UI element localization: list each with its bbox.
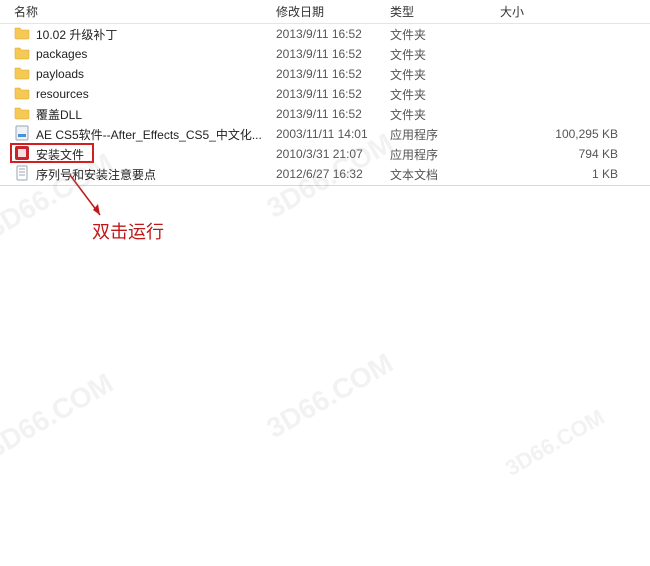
file-size-cell: 1 KB [492,167,642,181]
folder-icon [14,65,30,84]
file-date-cell: 2013/9/11 16:52 [268,27,382,41]
txt-icon [14,165,30,184]
column-header-name[interactable]: 名称 [0,0,268,24]
file-name-cell[interactable]: 覆盖DLL [0,105,268,124]
file-name-text: AE CS5软件--After_Effects_CS5_中文化... [36,126,262,143]
file-type-cell: 文本文档 [382,166,492,183]
file-name-text: 覆盖DLL [36,106,82,123]
file-size-cell: 794 KB [492,147,642,161]
file-date-cell: 2013/9/11 16:52 [268,107,382,121]
file-type-cell: 文件夹 [382,66,492,83]
watermark: 3D66.COM [261,347,398,445]
file-size-cell: 100,295 KB [492,127,642,141]
file-name-text: 10.02 升级补丁 [36,26,117,43]
file-row[interactable]: packages 2013/9/11 16:52文件夹 [0,44,650,64]
file-date-cell: 2012/6/27 16:32 [268,167,382,181]
file-list: 10.02 升级补丁2013/9/11 16:52文件夹packages2013… [0,24,650,184]
folder-icon [14,45,30,64]
file-type-cell: 文件夹 [382,46,492,63]
file-name-text: packages [36,47,87,61]
file-type-cell: 应用程序 [382,126,492,143]
file-type-cell: 应用程序 [382,146,492,163]
folder-icon [14,85,30,104]
column-header-row: 名称 修改日期 类型 大小 [0,0,650,24]
exe-generic-icon [14,125,30,144]
file-row[interactable]: 序列号和安装注意要点 2012/6/27 16:32文本文档1 KB [0,164,650,184]
file-name-cell[interactable]: 10.02 升级补丁 [0,25,268,44]
file-date-cell: 2013/9/11 16:52 [268,47,382,61]
file-type-cell: 文件夹 [382,26,492,43]
file-name-cell[interactable]: packages [0,45,268,64]
file-name-cell[interactable]: resources [0,85,268,104]
file-row[interactable]: 安装文件 2010/3/31 21:07应用程序794 KB [0,144,650,164]
file-name-cell[interactable]: payloads [0,65,268,84]
file-date-cell: 2010/3/31 21:07 [268,147,382,161]
folder-icon [14,105,30,124]
file-name-cell[interactable]: 安装文件 [0,145,268,164]
exe-adobe-icon [14,145,30,164]
file-name-text: payloads [36,67,84,81]
list-end-divider [0,185,650,186]
column-header-size[interactable]: 大小 [492,0,642,24]
file-name-text: 安装文件 [36,146,84,163]
column-header-type[interactable]: 类型 [382,0,492,24]
file-row[interactable]: payloads 2013/9/11 16:52文件夹 [0,64,650,84]
annotation-text: 双击运行 [92,218,164,244]
file-row[interactable]: 覆盖DLL 2013/9/11 16:52文件夹 [0,104,650,124]
file-name-text: 序列号和安装注意要点 [36,166,156,183]
file-name-cell[interactable]: 序列号和安装注意要点 [0,165,268,184]
file-type-cell: 文件夹 [382,106,492,123]
watermark: 3D66.COM [501,404,609,482]
file-row[interactable]: AE CS5软件--After_Effects_CS5_中文化... 2003/1… [0,124,650,144]
column-header-date[interactable]: 修改日期 [268,0,382,24]
file-row[interactable]: resources 2013/9/11 16:52文件夹 [0,84,650,104]
file-date-cell: 2013/9/11 16:52 [268,67,382,81]
file-type-cell: 文件夹 [382,86,492,103]
file-name-text: resources [36,87,89,101]
folder-icon [14,25,30,44]
watermark: 3D66.COM [0,367,119,465]
file-row[interactable]: 10.02 升级补丁 2013/9/11 16:52文件夹 [0,24,650,44]
file-name-cell[interactable]: AE CS5软件--After_Effects_CS5_中文化... [0,125,268,144]
file-date-cell: 2003/11/11 14:01 [268,127,382,141]
file-date-cell: 2013/9/11 16:52 [268,87,382,101]
